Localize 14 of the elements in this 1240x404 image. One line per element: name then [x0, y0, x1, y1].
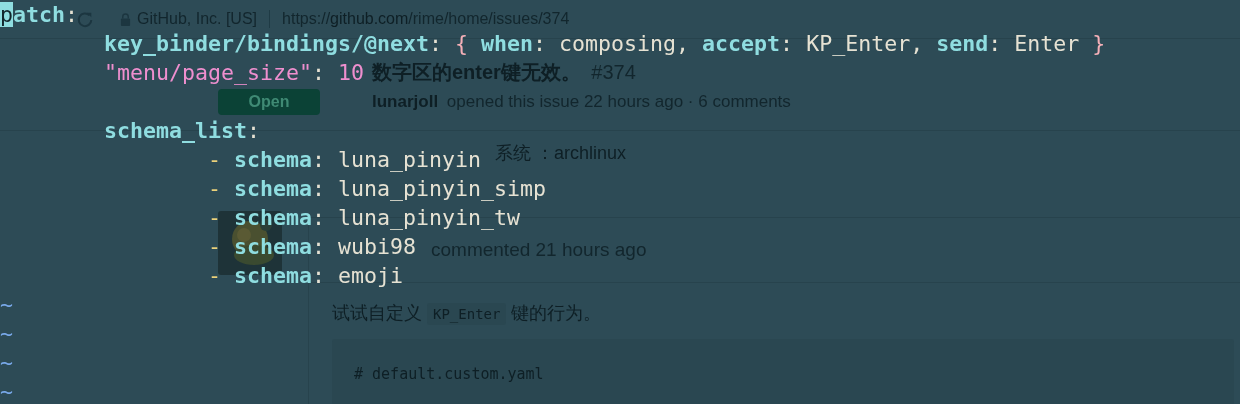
empty-line-marker: ~: [0, 292, 13, 317]
code-line: schema_list:: [104, 117, 261, 145]
code-line: - schema: luna_pinyin: [208, 146, 482, 174]
code-line: "menu/page_size": 10: [104, 59, 365, 87]
code-line: - schema: emoji: [208, 262, 404, 290]
code-line: key_binder/bindings/@next: { when: composing, accept: KP_Enter, send: Enter }: [104, 30, 1106, 58]
code-line: patch:: [0, 1, 79, 29]
open-status-button[interactable]: Open: [218, 89, 320, 115]
code-line: - schema: luna_pinyin_simp: [208, 175, 547, 203]
empty-line-marker: ~: [0, 379, 13, 404]
code-line: - schema: wubi98: [208, 233, 417, 261]
empty-line-marker: ~: [0, 350, 13, 375]
empty-line-marker: ~: [0, 321, 13, 346]
code-line: - schema: luna_pinyin_tw: [208, 204, 521, 232]
